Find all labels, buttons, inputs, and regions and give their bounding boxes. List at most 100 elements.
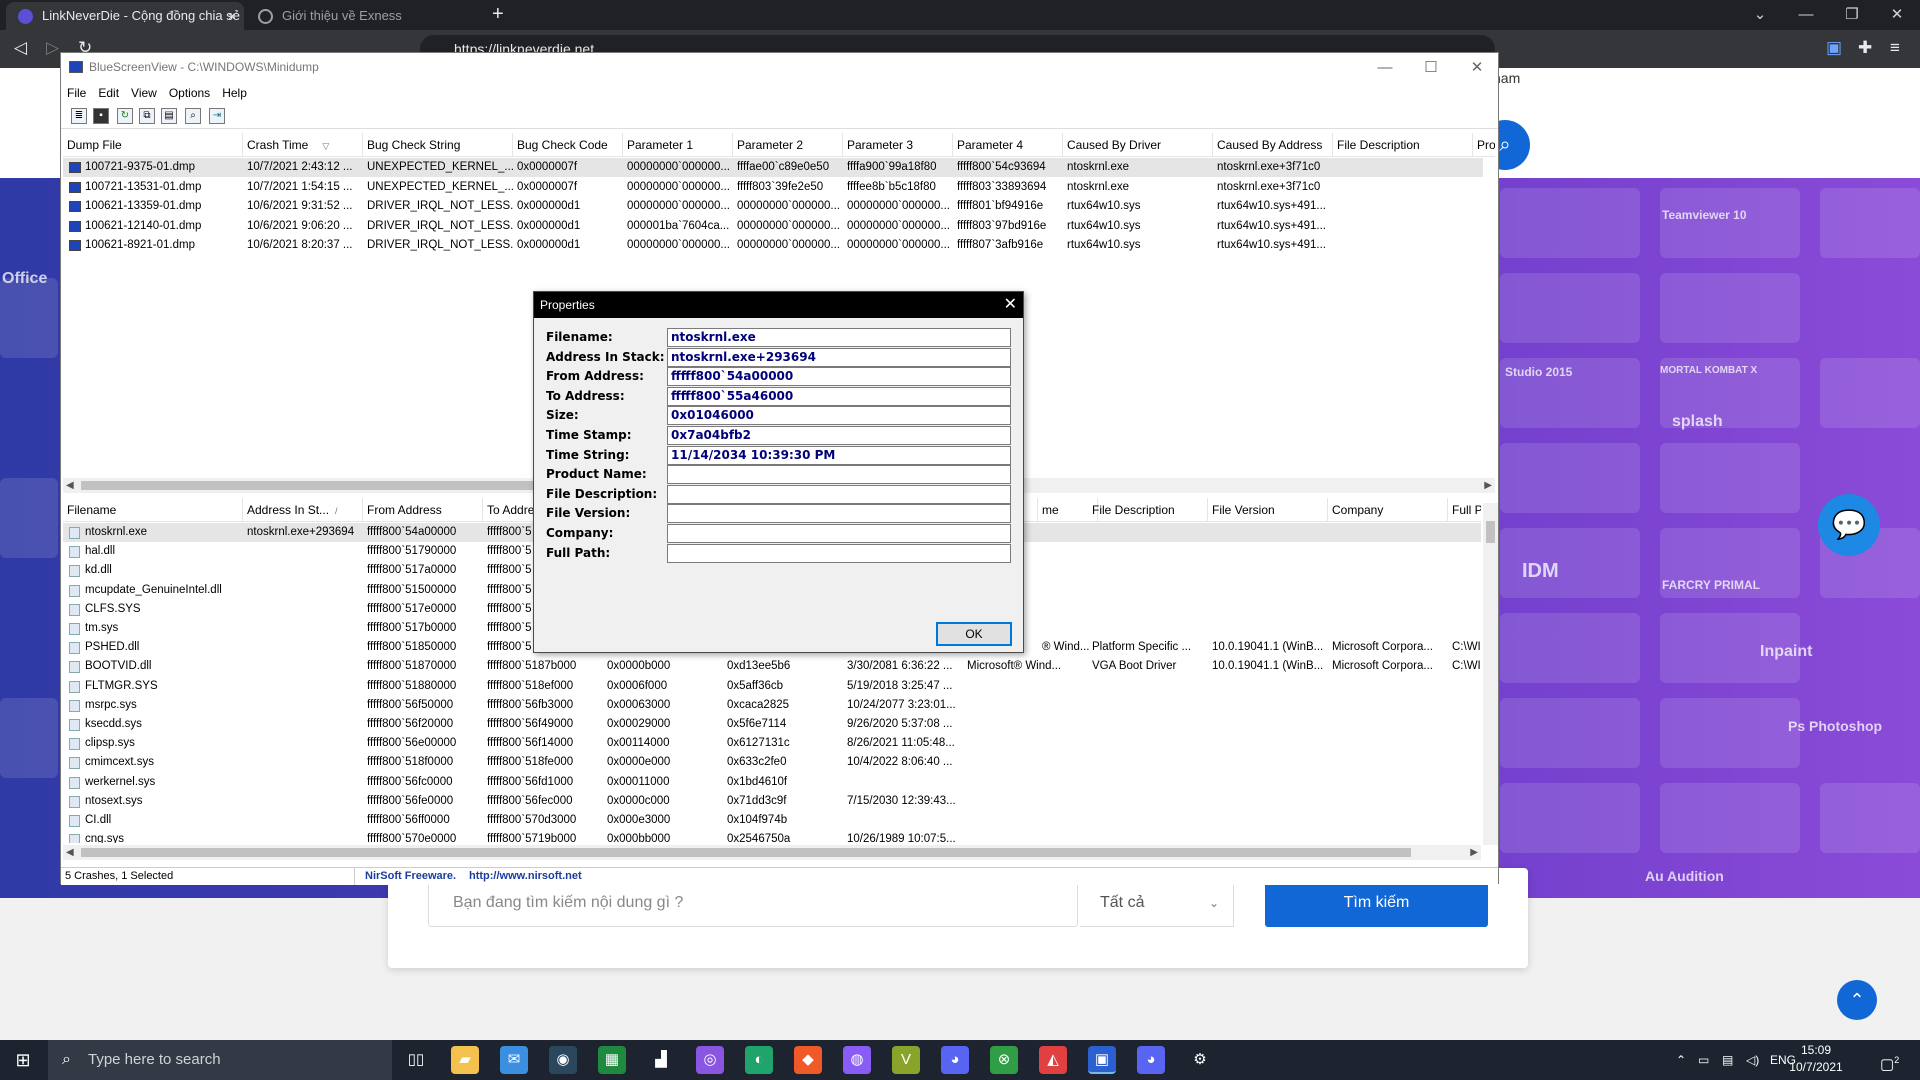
col-caused-by-driver[interactable]: Caused By Driver [1063,133,1213,157]
close-button[interactable]: ✕ [1454,53,1500,83]
driver-row[interactable]: BOOTVID.dll fffff800`51870000 fffff800`518… [63,657,1481,676]
nirsoft-link[interactable]: http://www.nirsoft.net [469,868,582,885]
col-parameter-2[interactable]: Parameter 2 [733,133,843,157]
refresh-icon[interactable]: ↻ [117,108,133,124]
property-value-field[interactable] [667,465,1011,485]
battery-icon[interactable]: ▭ [1698,1040,1709,1080]
driver-row[interactable]: msrpc.sys fffff800`56f50000 fffff800`56fb3… [63,696,1481,715]
col-address-in-stack[interactable]: Address In St... / [243,498,363,522]
category-select[interactable]: Tất cả ⌄ [1080,879,1234,927]
scroll-left-icon[interactable]: ◀ [66,478,74,493]
close-icon[interactable]: ✕ [1004,292,1017,318]
translate-icon[interactable]: ▣ [1826,38,1842,58]
scroll-right-icon[interactable]: ▶ [1470,845,1478,860]
extensions-icon[interactable]: ✚ [1858,38,1872,58]
bluescreenview-icon[interactable]: ▣ [1088,1046,1116,1074]
driver-row[interactable]: ntosext.sys fffff800`56fe0000 fffff800`56f… [63,792,1481,811]
col-bug-check-string[interactable]: Bug Check String [363,133,513,157]
maximize-button[interactable]: ☐ [1408,53,1454,83]
driver-list-hscrollbar[interactable]: ◀ ▶ [63,845,1481,860]
scroll-left-icon[interactable]: ◀ [66,845,74,860]
taskbar-search-box[interactable]: ⌕ Type here to search [48,1040,392,1080]
col-parameter-1[interactable]: Parameter 1 [623,133,733,157]
scroll-right-icon[interactable]: ▶ [1484,478,1492,493]
property-value-field[interactable] [667,543,1011,563]
back-to-top-icon[interactable]: ⌃ [1837,980,1877,1020]
crash-row[interactable]: 100621-13359-01.dmp 10/6/2021 9:31:52 ...… [63,197,1483,216]
property-value-field[interactable]: 11/14/2034 10:39:30 PM [667,445,1011,465]
col-parameter-4[interactable]: Parameter 4 [953,133,1063,157]
app-icon[interactable]: ▟ [647,1046,675,1074]
discord-alt-icon[interactable]: ◕ [1137,1046,1165,1074]
site-search-input[interactable]: Bạn đang tìm kiếm nội dung gì ? [428,879,1078,927]
task-view-icon[interactable]: ▯▯ [402,1046,430,1074]
brave-icon[interactable]: ◆ [794,1046,822,1074]
steam-icon[interactable]: ◉ [549,1046,577,1074]
forward-icon[interactable]: ▷ [46,38,59,58]
save-icon[interactable]: ▪ [93,108,109,124]
col-from-address[interactable]: From Address [363,498,483,522]
driver-list-vscrollbar[interactable] [1483,503,1498,845]
col-parameter-3[interactable]: Parameter 3 [843,133,953,157]
new-tab-button[interactable]: + [492,0,504,28]
scroll-thumb[interactable] [81,481,551,490]
driver-row[interactable]: ksecdd.sys fffff800`56f20000 fffff800`56f4… [63,715,1481,734]
property-value-field[interactable] [667,524,1011,543]
chat-icon[interactable]: 💬 [1818,494,1880,556]
property-value-field[interactable]: ntoskrnl.exe [667,328,1011,347]
show-hidden-icons-icon[interactable]: ⌃ [1676,1040,1686,1080]
close-button[interactable]: ✕ [1874,0,1920,30]
tab-exness[interactable]: Giới thiệu về Exness [246,2,482,30]
driver-row[interactable]: cmimcext.sys fffff800`518f0000 fffff800`51… [63,753,1481,772]
property-value-field[interactable]: fffff800`55a46000 [667,386,1011,406]
maximize-button[interactable]: ❐ [1829,0,1875,30]
window-titlebar[interactable]: BlueScreenView - C:\WINDOWS\Minidump — ☐… [61,53,1498,83]
col-crash-time[interactable]: Crash Time ▽ [243,133,363,157]
discord-icon[interactable]: ◕ [941,1046,969,1074]
minimize-button[interactable]: — [1783,0,1829,30]
property-value-field[interactable]: 0x7a04bfb2 [667,426,1011,445]
exit-icon[interactable]: ⇥ [209,108,225,124]
col-file-description[interactable]: File Description [1088,498,1208,522]
property-value-field[interactable] [667,484,1011,504]
copy-icon[interactable]: ⧉ [139,108,155,124]
col-full-path[interactable]: Full Pa [1448,498,1481,522]
scroll-thumb[interactable] [81,848,1411,857]
site-search-button[interactable]: Tìm kiếm [1265,879,1488,927]
network-icon[interactable]: ▤ [1722,1040,1733,1080]
back-icon[interactable]: ◁ [14,38,27,58]
menu-file[interactable]: File [61,83,92,100]
driver-row[interactable]: clipsp.sys fffff800`56e00000 fffff800`56f1… [63,734,1481,753]
xbox-icon[interactable]: ⊗ [990,1046,1018,1074]
col-product[interactable]: Pro [1473,133,1495,157]
report-icon[interactable]: ▤ [161,108,177,124]
notifications-icon[interactable]: ▢2 [1880,1040,1899,1080]
scroll-thumb[interactable] [1486,521,1495,543]
col-filename[interactable]: Filename [63,498,243,522]
driver-row[interactable]: cng.sys fffff800`570e0000 fffff800`5719b00… [63,830,1481,843]
settings-icon[interactable]: ⚙ [1186,1046,1214,1074]
find-icon[interactable]: ⌕ [185,108,201,124]
volume-icon[interactable]: ◁) [1746,1040,1759,1080]
minimize-button[interactable]: — [1362,53,1408,83]
game-launcher-icon[interactable]: ◭ [1039,1046,1067,1074]
property-value-field[interactable]: fffff800`54a00000 [667,367,1011,387]
crash-row[interactable]: 100721-9375-01.dmp 10/7/2021 2:43:12 ... U… [63,158,1483,177]
excel-like-icon[interactable]: ▦ [598,1046,626,1074]
messenger-icon[interactable]: ◍ [843,1046,871,1074]
file-explorer-icon[interactable]: ▰ [451,1046,479,1074]
menu-edit[interactable]: Edit [92,83,125,100]
driver-row[interactable]: werkernel.sys fffff800`56fc0000 fffff800`5… [63,773,1481,792]
crash-row[interactable]: 100721-13531-01.dmp 10/7/2021 1:54:15 ...… [63,178,1483,197]
property-value-field[interactable] [667,504,1011,524]
col-company[interactable]: Company [1328,498,1448,522]
property-value-field[interactable]: ntoskrnl.exe+293694 [667,347,1011,367]
edge-icon[interactable]: ◐ [745,1046,773,1074]
col-file-version[interactable]: File Version [1208,498,1328,522]
ok-button[interactable]: OK [936,622,1012,646]
crash-row[interactable]: 100621-8921-01.dmp 10/6/2021 8:20:37 ... D… [63,236,1483,255]
menu-help[interactable]: Help [216,83,253,100]
tab-close-icon[interactable]: × [228,2,236,30]
col-file-description[interactable]: File Description [1333,133,1473,157]
crash-row[interactable]: 100621-12140-01.dmp 10/6/2021 9:06:20 ...… [63,217,1483,236]
